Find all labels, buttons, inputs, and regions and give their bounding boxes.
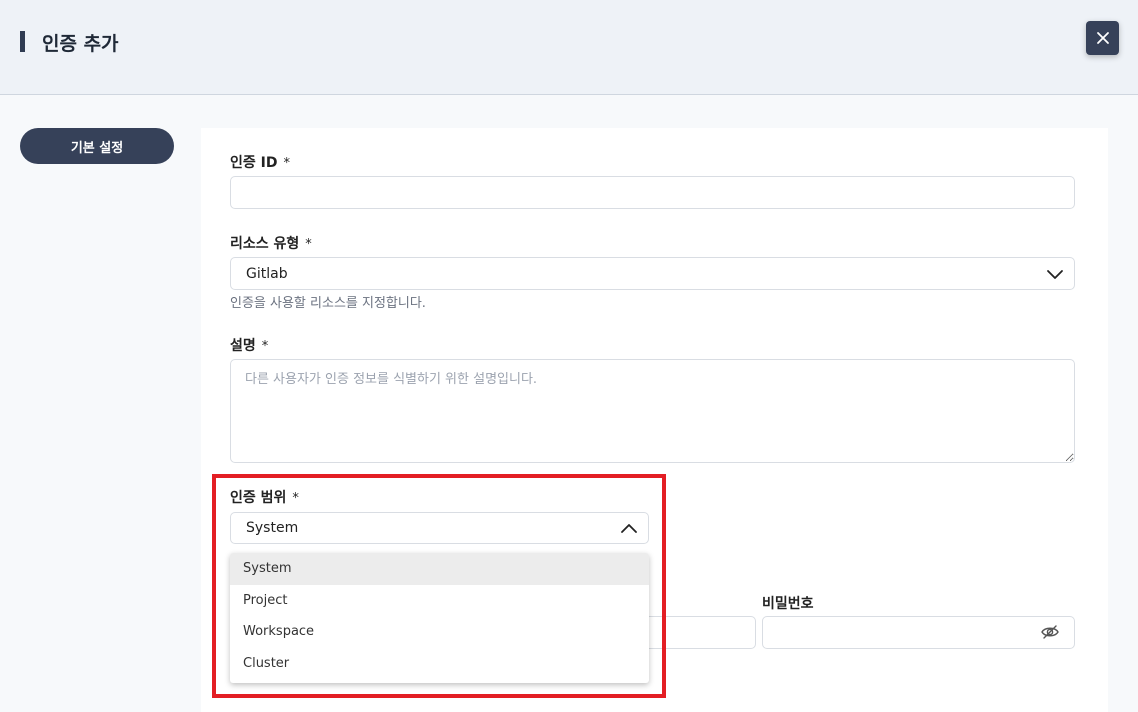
page-header: 인증 추가 — [0, 0, 1138, 95]
resource-type-select[interactable]: Gitlab — [230, 257, 1075, 290]
auth-scope-label: 인증 범위 * — [230, 487, 299, 507]
password-input[interactable] — [762, 616, 1075, 649]
page-title: 인증 추가 — [42, 33, 119, 55]
description-label: 설명 * — [230, 335, 268, 355]
password-toggle[interactable] — [1040, 623, 1060, 645]
auth-id-label: 인증 ID * — [230, 152, 290, 172]
chevron-down-icon — [1047, 270, 1063, 279]
sidebar-item-basic-settings[interactable]: 기본 설정 — [20, 128, 174, 164]
auth-id-input[interactable] — [230, 176, 1075, 209]
option-cluster[interactable]: Cluster — [230, 648, 649, 680]
resource-type-value: Gitlab — [246, 265, 288, 282]
resource-type-label-text: 리소스 유형 — [230, 236, 300, 252]
description-textarea[interactable] — [230, 359, 1075, 463]
option-system[interactable]: System — [230, 553, 649, 585]
resource-type-label: 리소스 유형 * — [230, 233, 312, 253]
auth-id-label-text: 인증 ID — [230, 155, 278, 171]
close-icon — [1096, 32, 1109, 44]
required-mark: * — [283, 156, 290, 171]
option-workspace[interactable]: Workspace — [230, 616, 649, 648]
auth-scope-select[interactable]: System — [230, 512, 649, 544]
auth-scope-label-text: 인증 범위 — [230, 490, 287, 506]
option-project[interactable]: Project — [230, 585, 649, 617]
auth-scope-dropdown: System Project Workspace Cluster — [230, 553, 649, 683]
description-label-text: 설명 — [230, 338, 256, 354]
required-mark: * — [261, 339, 269, 354]
close-button[interactable] — [1086, 21, 1119, 55]
sidebar-item-label: 기본 설정 — [70, 140, 124, 156]
required-mark: * — [305, 237, 312, 252]
chevron-up-icon — [621, 524, 637, 533]
resource-type-helper: 인증을 사용할 리소스를 지정합니다. — [230, 296, 426, 311]
eye-off-icon — [1041, 625, 1059, 639]
password-label: 비밀번호 — [762, 596, 814, 612]
auth-scope-value: System — [246, 520, 299, 536]
title-accent-bar — [20, 31, 25, 52]
required-mark: * — [292, 491, 299, 506]
